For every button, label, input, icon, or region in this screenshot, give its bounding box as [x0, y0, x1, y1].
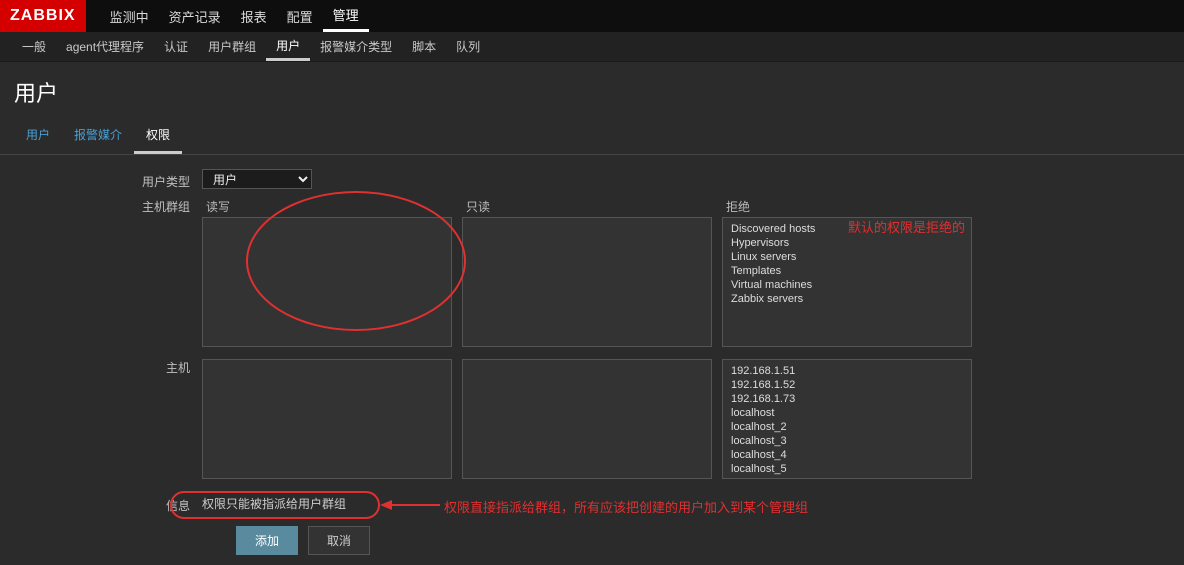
- list-item[interactable]: Hypervisors: [731, 236, 963, 250]
- list-item[interactable]: Discovered hosts: [731, 222, 963, 236]
- list-item[interactable]: 192.168.1.73: [731, 392, 963, 406]
- select-user-type[interactable]: 用户: [202, 169, 312, 189]
- listbox-hosts-ro[interactable]: [462, 359, 712, 479]
- subnav-general[interactable]: 一般: [12, 32, 56, 61]
- list-item[interactable]: localhost_2: [731, 420, 963, 434]
- sub-bar: 一般 agent代理程序 认证 用户群组 用户 报警媒介类型 脚本 队列: [0, 32, 1184, 62]
- topnav-administration[interactable]: 管理: [323, 0, 369, 32]
- tab-bar: 用户 报警媒介 权限: [0, 118, 1184, 155]
- topnav-configuration[interactable]: 配置: [277, 0, 323, 32]
- list-item[interactable]: 192.168.1.52: [731, 378, 963, 392]
- label-hosts: 主机: [14, 359, 202, 479]
- list-item[interactable]: Virtual machines: [731, 278, 963, 292]
- listbox-hosts-deny[interactable]: 192.168.1.51 192.168.1.52 192.168.1.73 l…: [722, 359, 972, 479]
- subnav-scripts[interactable]: 脚本: [402, 32, 446, 61]
- col-header-rw: 读写: [202, 198, 452, 215]
- listbox-groups-rw[interactable]: [202, 217, 452, 347]
- listbox-hosts-rw[interactable]: [202, 359, 452, 479]
- topnav-reports[interactable]: 报表: [231, 0, 277, 32]
- top-nav: 监测中 资产记录 报表 配置 管理: [100, 0, 369, 32]
- subnav-proxies[interactable]: agent代理程序: [56, 32, 154, 61]
- cancel-button[interactable]: 取消: [308, 526, 370, 555]
- logo: ZABBIX: [0, 0, 86, 32]
- list-item[interactable]: Linux servers: [731, 250, 963, 264]
- top-bar: ZABBIX 监测中 资产记录 报表 配置 管理: [0, 0, 1184, 32]
- subnav-mediatypes[interactable]: 报警媒介类型: [310, 32, 402, 61]
- subnav-auth[interactable]: 认证: [154, 32, 198, 61]
- list-item[interactable]: localhost_3: [731, 434, 963, 448]
- label-user-type: 用户类型: [14, 169, 202, 190]
- label-info: 信息: [14, 493, 202, 514]
- listbox-groups-ro[interactable]: [462, 217, 712, 347]
- list-item[interactable]: 192.168.1.51: [731, 364, 963, 378]
- page-title: 用户: [0, 62, 1184, 118]
- list-item[interactable]: localhost_5: [731, 462, 963, 476]
- tab-user[interactable]: 用户: [14, 118, 62, 154]
- col-header-ro: 只读: [462, 198, 712, 215]
- list-item[interactable]: localhost_4: [731, 448, 963, 462]
- list-item[interactable]: Zabbix servers: [731, 292, 963, 306]
- col-header-deny: 拒绝: [722, 198, 972, 215]
- list-item[interactable]: Templates: [731, 264, 963, 278]
- tab-permissions[interactable]: 权限: [134, 118, 182, 154]
- topnav-monitoring[interactable]: 监测中: [100, 0, 159, 32]
- list-item[interactable]: localhost: [731, 406, 963, 420]
- topnav-inventory[interactable]: 资产记录: [159, 0, 231, 32]
- subnav-queue[interactable]: 队列: [446, 32, 490, 61]
- label-host-groups: 主机群组: [14, 198, 202, 347]
- list-item[interactable]: localhost_6: [731, 476, 963, 479]
- subnav-users[interactable]: 用户: [266, 32, 310, 61]
- form-area: 用户类型 用户 主机群组 读写 只读 拒绝 Discovered hosts H…: [0, 155, 1184, 565]
- tab-media[interactable]: 报警媒介: [62, 118, 134, 154]
- info-text: 权限只能被指派给用户群组: [202, 493, 346, 514]
- subnav-usergroups[interactable]: 用户群组: [198, 32, 266, 61]
- add-button[interactable]: 添加: [236, 526, 298, 555]
- listbox-groups-deny[interactable]: Discovered hosts Hypervisors Linux serve…: [722, 217, 972, 347]
